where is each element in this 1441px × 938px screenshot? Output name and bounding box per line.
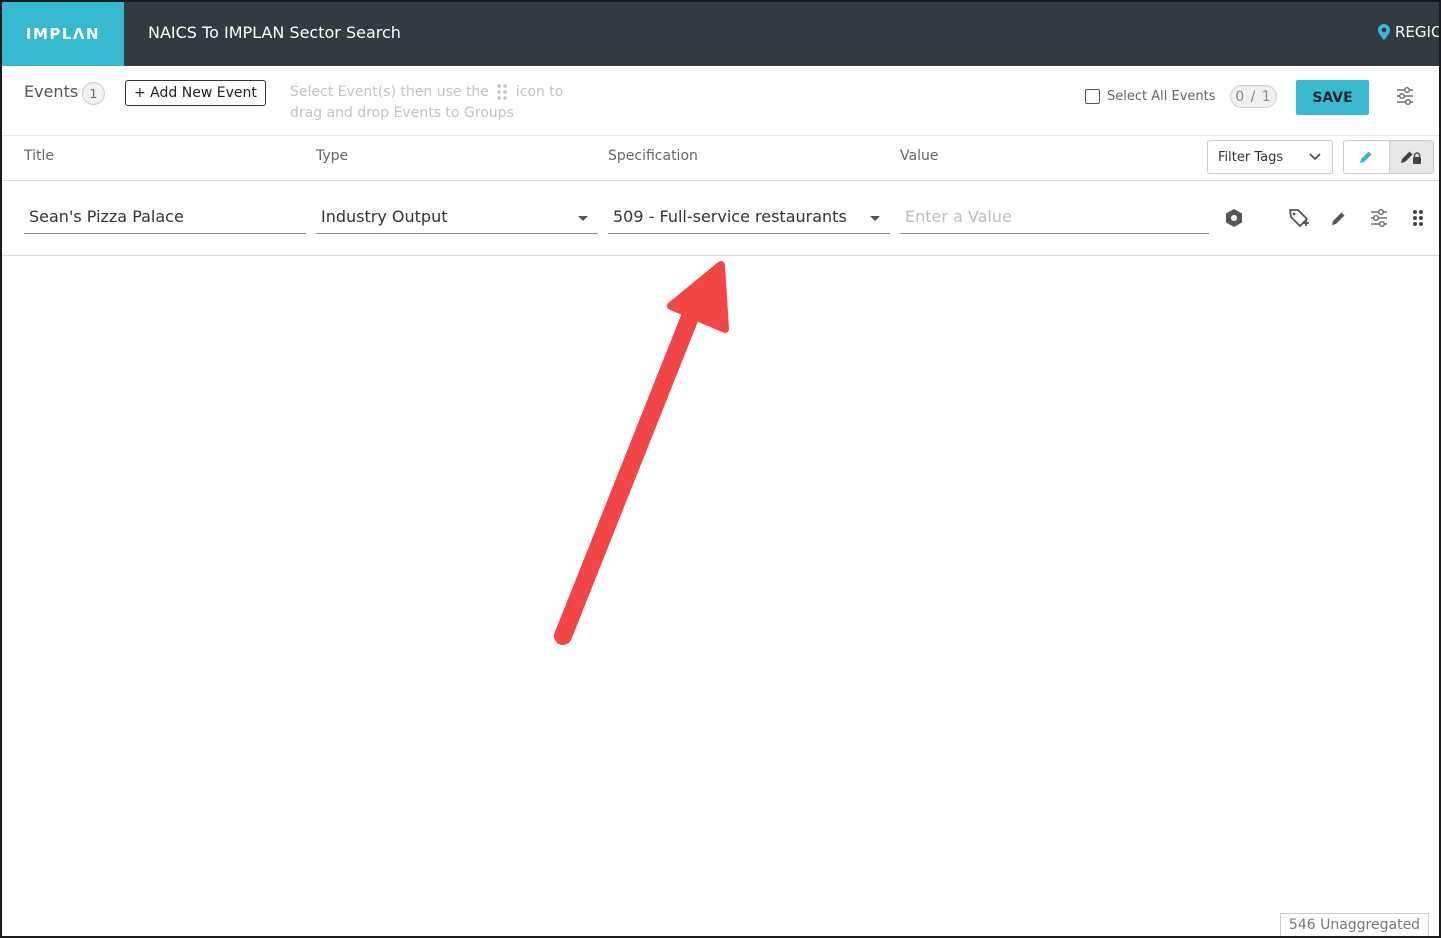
select-all-checkbox[interactable] — [1085, 89, 1100, 104]
save-button[interactable]: SAVE — [1296, 80, 1369, 115]
events-count-badge: 1 — [82, 82, 105, 105]
drag-handle-icon[interactable] — [1407, 207, 1429, 229]
drag-handle-icon — [497, 84, 508, 100]
edit-event-icon[interactable] — [1328, 207, 1350, 229]
locked-edit-button[interactable] — [1388, 141, 1433, 173]
event-specification-select[interactable]: 509 - Full-service restaurants — [608, 203, 890, 234]
filter-tags-dropdown[interactable]: Filter Tags — [1207, 140, 1333, 174]
unaggregated-count: 546 Unaggregated — [1280, 913, 1429, 936]
map-pin-icon — [1378, 24, 1390, 40]
events-toolbar: Events 1 + Add New Event Select Event(s)… — [2, 66, 1439, 136]
events-label: Events — [24, 82, 79, 101]
add-new-event-button[interactable]: + Add New Event — [125, 80, 266, 106]
implan-logo[interactable]: IMPLΛN — [2, 2, 124, 66]
add-tag-icon[interactable] — [1288, 207, 1310, 229]
event-row: Sean's Pizza Palace Industry Output 509 … — [2, 181, 1439, 256]
chevron-down-icon — [1309, 153, 1321, 161]
drag-drop-hint: Select Event(s) then use the icon to dra… — [290, 82, 580, 124]
settings-sliders-icon[interactable] — [1395, 86, 1415, 110]
event-settings-icon[interactable] — [1368, 207, 1390, 229]
column-title: Title — [24, 148, 55, 164]
event-specification-value: 509 - Full-service restaurants — [613, 207, 847, 226]
app-window: IMPLΛN NAICS To IMPLAN Sector Search REG… — [0, 0, 1441, 938]
edit-mode-toggle — [1343, 140, 1434, 174]
event-title-input[interactable]: Sean's Pizza Palace — [24, 203, 306, 234]
region-selector[interactable]: REGIC — [1378, 23, 1441, 41]
top-bar: IMPLΛN NAICS To IMPLAN Sector Search REG… — [2, 2, 1441, 66]
event-value-input[interactable]: Enter a Value — [900, 203, 1209, 234]
filter-tags-label: Filter Tags — [1218, 149, 1284, 165]
pencil-lock-icon — [1401, 151, 1422, 164]
caret-down-icon — [870, 216, 880, 221]
column-value: Value — [900, 148, 939, 164]
select-all-events[interactable]: Select All Events — [1085, 89, 1216, 104]
event-type-select[interactable]: Industry Output — [316, 203, 598, 234]
event-type-value: Industry Output — [321, 207, 448, 226]
hint-text-before: Select Event(s) then use the — [290, 84, 489, 100]
select-all-label: Select All Events — [1107, 89, 1216, 104]
edit-mode-button[interactable] — [1344, 141, 1389, 173]
column-specification: Specification — [608, 148, 698, 164]
column-type: Type — [316, 148, 349, 164]
column-header-row: Title Type Specification Value Filter Ta… — [2, 136, 1439, 181]
hexagon-icon[interactable] — [1223, 207, 1245, 229]
region-label: REGIC — [1395, 23, 1441, 41]
selected-count-badge: 0 / 1 — [1230, 85, 1277, 108]
caret-down-icon — [578, 216, 588, 221]
app-title: NAICS To IMPLAN Sector Search — [148, 23, 401, 42]
pencil-icon — [1360, 151, 1372, 163]
